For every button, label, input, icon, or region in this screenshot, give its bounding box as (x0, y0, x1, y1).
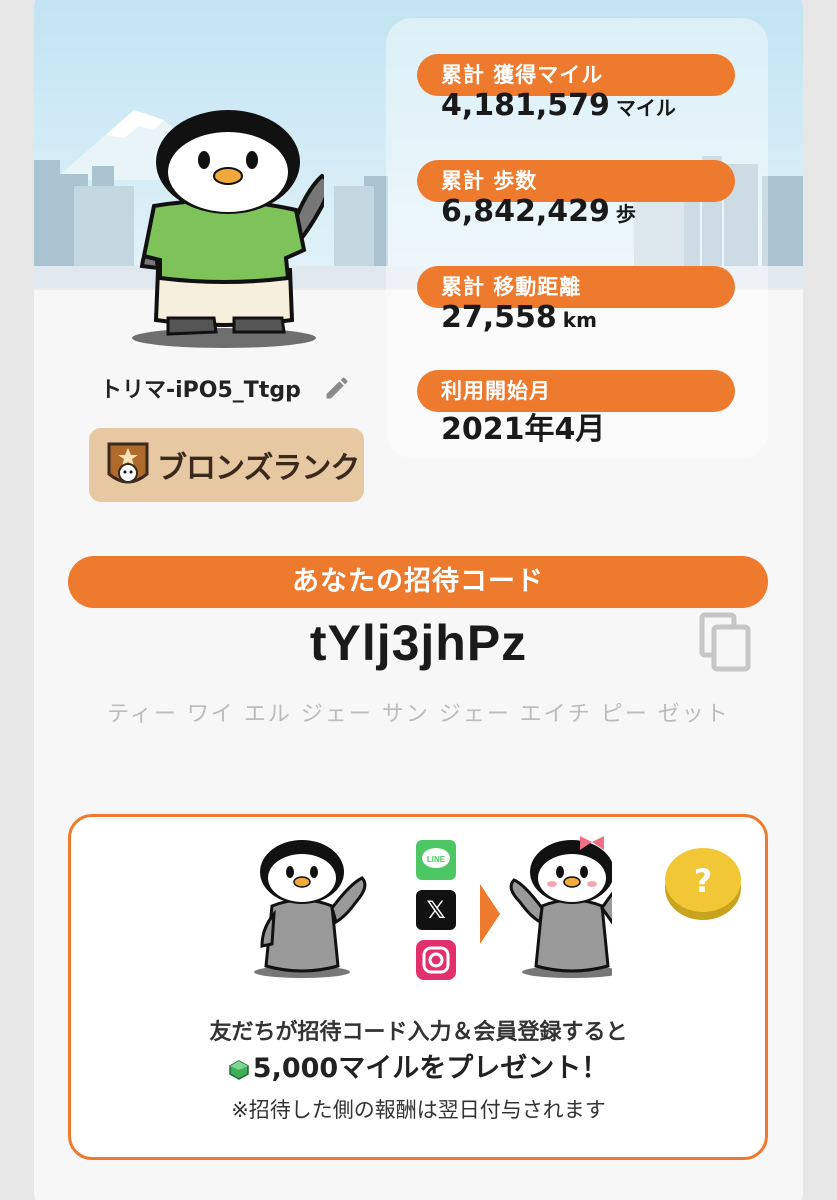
stat-number: 27,558 (441, 300, 557, 335)
stat-number: 6,842,429 (441, 194, 610, 229)
copy-icon[interactable] (699, 612, 753, 672)
penguin-avatar[interactable] (124, 110, 324, 350)
mile-gem-icon (229, 1059, 249, 1080)
stat-value-total-distance: 27,558 km (441, 300, 597, 335)
stat-value-start-month: 2021年4月 (441, 404, 605, 448)
stat-value-total-steps: 6,842,429 歩 (441, 194, 636, 229)
invite-code-header: あなたの招待コード (68, 556, 768, 608)
profile-card: 累計 獲得マイル 4,181,579 マイル 累計 歩数 6,842,429 歩 累… (34, 0, 803, 1200)
invite-illustration: LINE 𝕏 (254, 836, 612, 980)
rank-label: ブロンズランク (157, 451, 360, 486)
stat-unit: km (562, 308, 597, 332)
svg-text:LINE: LINE (427, 855, 446, 864)
invite-code[interactable]: tYlj3jhPz (34, 614, 803, 672)
help-button[interactable]: ? (663, 842, 743, 922)
promo-text-line1: 友だちが招待コード入力＆会員登録すると (209, 1020, 628, 1045)
username: トリマ-iPO5_Ttgp (100, 378, 301, 403)
stat-value-total-miles: 4,181,579 マイル (441, 88, 676, 123)
instagram-icon (416, 940, 456, 980)
x-icon: 𝕏 (416, 890, 456, 930)
svg-text:𝕏: 𝕏 (426, 896, 445, 924)
stat-unit: 歩 (615, 202, 636, 226)
pencil-icon[interactable] (323, 374, 351, 402)
username-row: トリマ-iPO5_Ttgp (100, 372, 351, 404)
line-icon: LINE (416, 840, 456, 880)
promo-text-line2: 5,000マイルをプレゼント！ (34, 1046, 803, 1085)
stat-number: 2021年4月 (441, 412, 606, 447)
rank-emblem-icon (107, 442, 149, 484)
invite-code-reading: ティー ワイ エル ジェー サン ジェー エイチ ピー ゼット (107, 702, 730, 727)
stat-number: 4,181,579 (441, 88, 610, 123)
rank-badge[interactable]: ブロンズランク (89, 428, 364, 502)
help-icon: ? (694, 862, 713, 900)
stat-unit: マイル (615, 96, 676, 120)
promo-note: ※招待した側の報酬は翌日付与されます (231, 1098, 606, 1122)
promo-reward-text: 5,000マイルをプレゼント！ (252, 1053, 609, 1084)
